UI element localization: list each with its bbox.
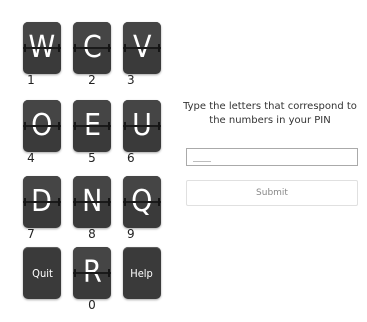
key-w[interactable]: W (23, 22, 61, 74)
tile-hinge-tab (74, 44, 76, 52)
tile-hinge-tab (124, 122, 126, 130)
tile-hinge-tab (124, 44, 126, 52)
tile-hinge-tab (158, 122, 160, 130)
letter-keypad: W 1 C 2 V 3 O 4 E 5 U 6 D 7 N 8 Q 9 Quit… (0, 0, 170, 322)
tile-hinge-tab (108, 122, 110, 130)
pin-entry-page: W 1 C 2 V 3 O 4 E 5 U 6 D 7 N 8 Q 9 Quit… (0, 0, 367, 322)
key-cell-1: W 1 (23, 22, 61, 87)
pin-instructions: Type the letters that correspond to the … (183, 101, 357, 126)
tile-hinge-tab (74, 122, 76, 130)
key-number-label: 9 (127, 227, 135, 241)
key-n[interactable]: N (73, 176, 111, 228)
help-button[interactable]: Help (123, 247, 161, 299)
tile-hinge (73, 272, 111, 274)
tile-hinge-tab (58, 44, 60, 52)
key-e[interactable]: E (73, 100, 111, 152)
key-number-label: 1 (27, 73, 35, 87)
tile-hinge-tab (108, 269, 110, 277)
key-number-label: 7 (27, 227, 35, 241)
tile-hinge (123, 125, 161, 127)
tile-hinge-tab (124, 198, 126, 206)
key-cell-2: C 2 (73, 22, 111, 87)
key-number-label: 5 (88, 151, 96, 165)
key-cell-4: O 4 (23, 100, 61, 165)
pin-input[interactable]: ___ (186, 148, 358, 166)
key-q[interactable]: Q (123, 176, 161, 228)
quit-cell: Quit (23, 247, 61, 309)
tile-hinge-tab (158, 198, 160, 206)
tile-hinge (123, 47, 161, 49)
submit-button[interactable]: Submit (186, 180, 358, 206)
key-number-label: 0 (88, 298, 96, 312)
key-o[interactable]: O (23, 100, 61, 152)
key-r[interactable]: R (73, 247, 111, 299)
help-label: Help (130, 266, 154, 280)
tile-hinge-tab (24, 122, 26, 130)
key-number-label: 6 (127, 151, 135, 165)
tile-hinge-tab (108, 198, 110, 206)
quit-button[interactable]: Quit (23, 247, 61, 299)
key-cell-7: D 7 (23, 176, 61, 241)
key-v[interactable]: V (123, 22, 161, 74)
key-cell-9: Q 9 (123, 176, 161, 241)
tile-hinge-tab (74, 269, 76, 277)
key-number-label: 8 (88, 227, 96, 241)
pin-form: Type the letters that correspond to the … (180, 100, 360, 206)
key-cell-5: E 5 (73, 100, 111, 165)
key-number-label: 4 (27, 151, 35, 165)
key-cell-3: V 3 (123, 22, 161, 87)
tile-hinge (73, 201, 111, 203)
tile-hinge (23, 201, 61, 203)
tile-hinge (123, 201, 161, 203)
tile-hinge-tab (58, 198, 60, 206)
key-cell-0: R 0 (73, 247, 111, 312)
key-d[interactable]: D (23, 176, 61, 228)
tile-hinge-tab (58, 122, 60, 130)
key-c[interactable]: C (73, 22, 111, 74)
tile-hinge-tab (24, 44, 26, 52)
tile-hinge-tab (74, 198, 76, 206)
help-cell: Help (123, 247, 161, 309)
tile-hinge-tab (108, 44, 110, 52)
key-cell-8: N 8 (73, 176, 111, 241)
tile-hinge (23, 125, 61, 127)
tile-hinge (23, 47, 61, 49)
tile-hinge-tab (24, 198, 26, 206)
key-number-label: 2 (88, 73, 96, 87)
key-number-label: 3 (127, 73, 135, 87)
key-u[interactable]: U (123, 100, 161, 152)
tile-hinge (73, 47, 111, 49)
tile-hinge-tab (158, 44, 160, 52)
key-cell-6: U 6 (123, 100, 161, 165)
tile-hinge (73, 125, 111, 127)
quit-label: Quit (31, 266, 53, 280)
